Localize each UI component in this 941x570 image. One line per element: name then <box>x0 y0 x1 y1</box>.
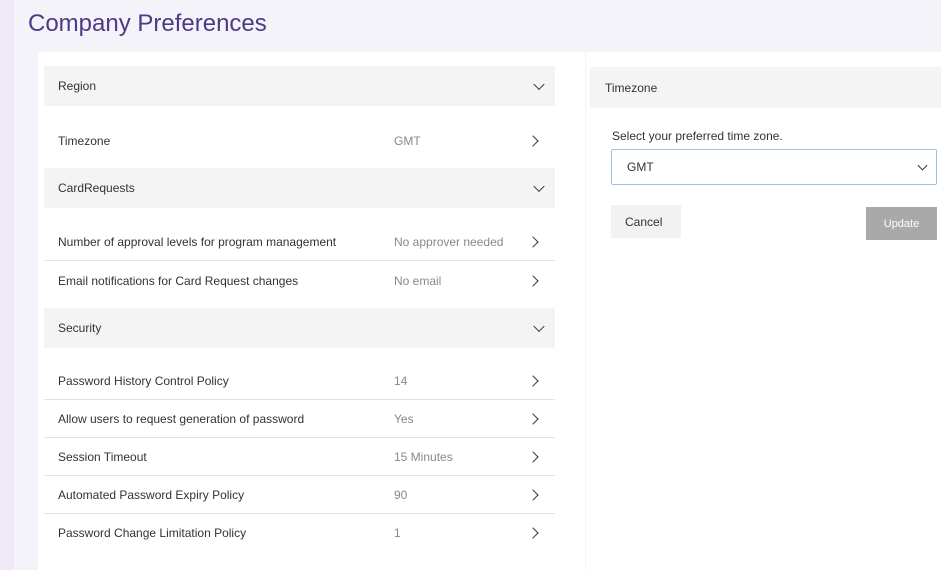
section-header-card-requests[interactable]: CardRequests <box>44 168 555 208</box>
row-timezone[interactable]: Timezone GMT <box>44 122 555 160</box>
row-value: 15 Minutes <box>394 449 453 464</box>
chevron-down-icon <box>533 78 545 91</box>
chevron-down-icon <box>533 180 545 193</box>
row-value: GMT <box>394 134 421 148</box>
row-label: Automated Password Expiry Policy <box>58 487 245 502</box>
row-request-password-generation[interactable]: Allow users to request generation of pas… <box>44 400 555 438</box>
section-header-label: Security <box>58 321 102 335</box>
chevron-right-icon <box>527 527 539 539</box>
chevron-right-icon <box>527 450 539 463</box>
page-title: Company Preferences <box>28 10 267 37</box>
chevron-down-icon <box>917 160 928 171</box>
chevron-right-icon <box>527 235 539 248</box>
timezone-panel-header: Timezone <box>590 67 941 108</box>
chevron-right-icon <box>527 412 539 425</box>
row-label: Timezone <box>58 134 111 148</box>
row-value: No approver needed <box>394 234 504 249</box>
row-value: 14 <box>394 373 408 388</box>
update-button[interactable]: Update <box>866 207 937 240</box>
chevron-right-icon <box>527 374 539 387</box>
chevron-right-icon <box>527 488 539 501</box>
row-session-timeout[interactable]: Session Timeout 15 Minutes <box>44 438 555 476</box>
row-value: 1 <box>394 526 401 540</box>
row-email-notifications[interactable]: Email notifications for Card Request cha… <box>44 262 555 300</box>
row-password-history[interactable]: Password History Control Policy 14 <box>44 362 555 400</box>
row-label: Allow users to request generation of pas… <box>58 411 305 426</box>
timezone-edit-panel: Timezone Select your preferred time zone… <box>586 52 941 570</box>
row-password-change-limitation[interactable]: Password Change Limitation Policy 1 <box>44 514 555 552</box>
row-label: Number of approval levels for program ma… <box>58 234 337 249</box>
row-value: No email <box>394 274 442 288</box>
row-approval-levels[interactable]: Number of approval levels for program ma… <box>44 223 555 261</box>
row-password-expiry[interactable]: Automated Password Expiry Policy 90 <box>44 476 555 514</box>
timezone-select-value: GMT <box>627 160 654 174</box>
row-label: Session Timeout <box>58 449 147 464</box>
cancel-button[interactable]: Cancel <box>611 205 681 238</box>
chevron-right-icon <box>527 135 539 147</box>
row-label: Password History Control Policy <box>58 373 229 388</box>
timezone-prompt: Select your preferred time zone. <box>612 129 783 143</box>
section-header-security[interactable]: Security <box>44 308 555 348</box>
row-label: Email notifications for Card Request cha… <box>58 274 299 288</box>
row-value: 90 <box>394 487 408 502</box>
preferences-panel: Region Timezone GMT CardRequests Number … <box>38 52 585 570</box>
section-header-region[interactable]: Region <box>44 66 555 106</box>
section-header-label: Region <box>58 79 97 93</box>
row-label: Password Change Limitation Policy <box>58 526 247 540</box>
chevron-right-icon <box>527 275 539 287</box>
section-header-label: CardRequests <box>58 181 135 195</box>
chevron-down-icon <box>533 320 545 333</box>
timezone-select[interactable]: GMT <box>611 149 937 185</box>
page-background: Company Preferences Region Timezone GMT … <box>14 0 941 570</box>
row-value: Yes <box>394 411 414 426</box>
